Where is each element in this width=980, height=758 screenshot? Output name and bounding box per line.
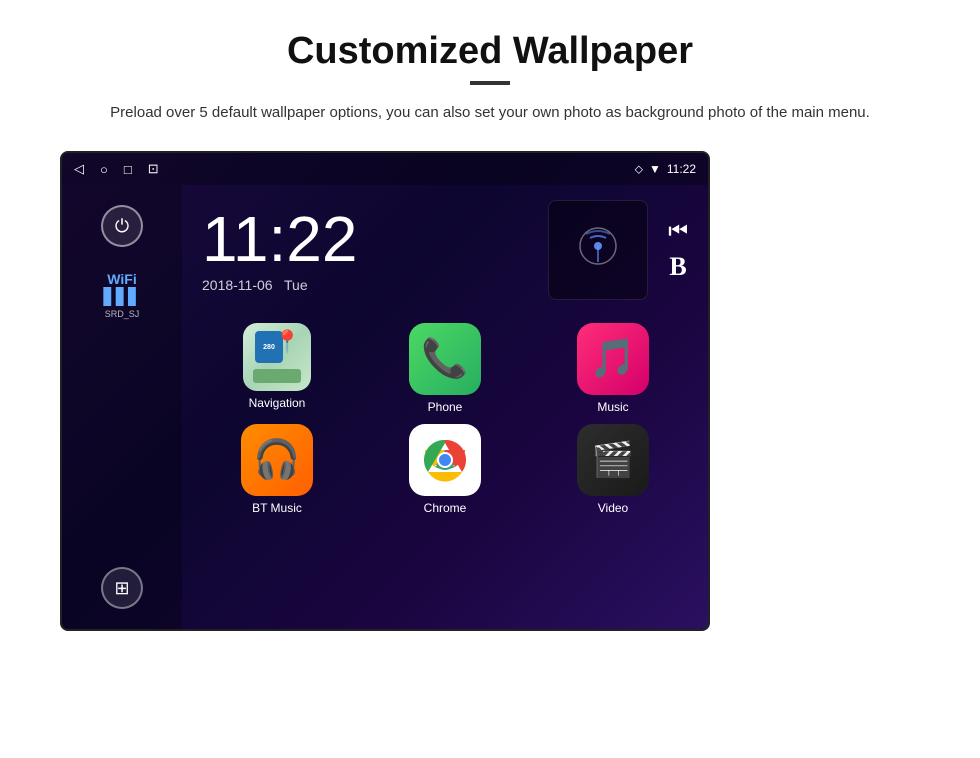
nav-pin-icon: 📍 xyxy=(274,329,301,355)
wallpaper-thumbnails: CarSetting xyxy=(708,153,710,631)
recents-icon[interactable]: □ xyxy=(124,162,132,177)
chrome-label: Chrome xyxy=(424,501,467,515)
sidebar: ⏻ WiFi ▋▋▋ SRD_SJ ⊞ xyxy=(62,185,182,629)
phone-icon: 📞 xyxy=(409,323,481,395)
home-icon[interactable]: ○ xyxy=(100,162,108,177)
location-icon: ⬦ xyxy=(635,162,643,177)
chrome-logo-svg xyxy=(422,437,468,483)
music-icon: 🎵 xyxy=(577,323,649,395)
apps-button[interactable]: ⊞ xyxy=(101,567,143,609)
main-content: 11:22 2018-11-06 Tue xyxy=(182,185,708,629)
nav-road xyxy=(253,369,301,383)
wallpaper-divider xyxy=(708,383,710,411)
media-icon xyxy=(576,224,620,277)
video-icon: 🎬 xyxy=(577,424,649,496)
back-icon[interactable]: ◁ xyxy=(74,161,84,177)
android-screen: ◁ ○ □ ⊡ ⬦ ▼ 11:22 ⏻ WiFi xyxy=(60,151,710,631)
wallpaper-thumb-2[interactable]: CarSetting xyxy=(708,411,710,631)
screen-container: ◁ ○ □ ⊡ ⬦ ▼ 11:22 ⏻ WiFi xyxy=(60,151,960,631)
title-divider xyxy=(470,81,510,85)
btmusic-icon: 🎧 xyxy=(241,424,313,496)
wifi-signal-bars: ▋▋▋ xyxy=(104,287,141,307)
prev-track-button[interactable]: ⏮ xyxy=(668,218,688,244)
wifi-info: WiFi ▋▋▋ SRD_SJ xyxy=(104,271,141,319)
page-description: Preload over 5 default wallpaper options… xyxy=(110,101,870,125)
bluetooth-headphone-icon: 🎧 xyxy=(253,438,300,482)
status-bar-nav: ◁ ○ □ ⊡ xyxy=(74,161,159,177)
sidebar-top: ⏻ WiFi ▋▋▋ SRD_SJ xyxy=(101,205,143,319)
carsetting-label: CarSetting xyxy=(708,608,710,631)
navigation-label: Navigation xyxy=(249,396,306,410)
app-item-btmusic[interactable]: 🎧 BT Music xyxy=(198,424,356,515)
btmusic-label: BT Music xyxy=(252,501,302,515)
video-label: Video xyxy=(598,501,628,515)
clock-date: 2018-11-06 Tue xyxy=(202,277,528,293)
chrome-icon xyxy=(409,424,481,496)
wifi-ssid: SRD_SJ xyxy=(104,309,141,319)
status-bar: ◁ ○ □ ⊡ ⬦ ▼ 11:22 xyxy=(62,153,708,185)
ice-wallpaper xyxy=(708,153,710,383)
phone-label: Phone xyxy=(428,400,463,414)
media-signal-icon xyxy=(576,224,620,268)
app-item-phone[interactable]: 📞 Phone xyxy=(366,323,524,414)
wifi-label: WiFi xyxy=(104,271,141,287)
media-controls: ⏮ B xyxy=(668,218,688,282)
music-label: Music xyxy=(597,400,628,414)
status-bar-info: ⬦ ▼ 11:22 xyxy=(635,162,696,177)
screenshot-icon[interactable]: ⊡ xyxy=(148,161,159,177)
app-item-music[interactable]: 🎵 Music xyxy=(534,323,692,414)
app-item-chrome[interactable]: Chrome xyxy=(366,424,524,515)
power-icon: ⏻ xyxy=(115,216,129,237)
navigation-icon: 280 📍 xyxy=(243,323,311,391)
clock-status: 11:22 xyxy=(667,162,696,176)
next-letter-button[interactable]: B xyxy=(669,252,686,282)
app-item-video[interactable]: 🎬 Video xyxy=(534,424,692,515)
power-button[interactable]: ⏻ xyxy=(101,205,143,247)
apps-grid-icon: ⊞ xyxy=(114,578,129,599)
clock-block: 11:22 2018-11-06 Tue xyxy=(202,207,528,293)
app-item-navigation[interactable]: 280 📍 Navigation xyxy=(198,323,356,414)
clapboard-icon: 🎬 xyxy=(592,440,634,480)
clock-time: 11:22 xyxy=(202,207,528,271)
app-grid: 280 📍 Navigation 📞 Phone xyxy=(182,315,708,523)
signal-icon: ▼ xyxy=(649,162,661,176)
page-title: Customized Wallpaper xyxy=(60,30,920,73)
clock-area: 11:22 2018-11-06 Tue xyxy=(182,185,708,315)
wallpaper-thumb-1[interactable] xyxy=(708,153,710,383)
media-widget xyxy=(548,200,648,300)
